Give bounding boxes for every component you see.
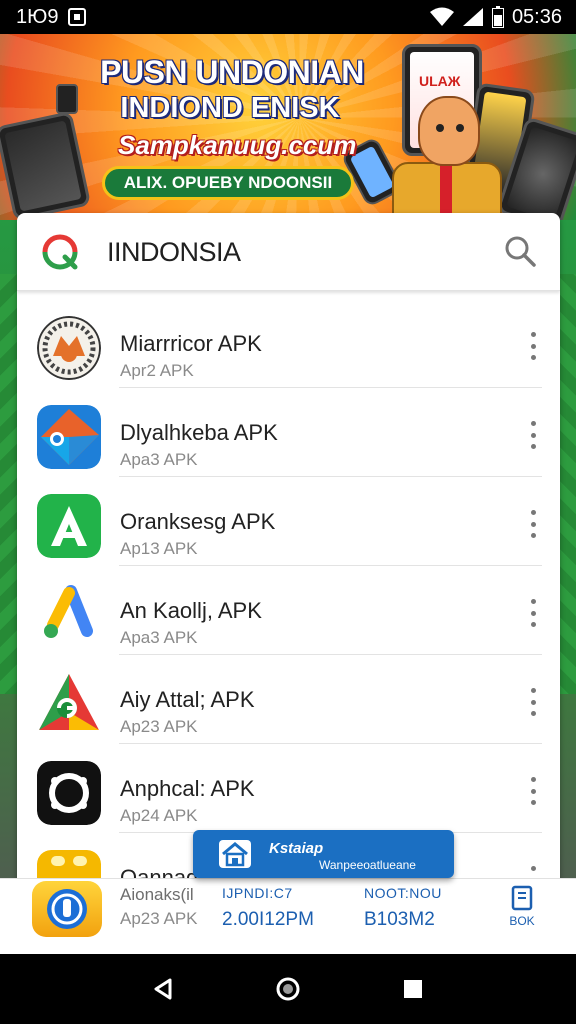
book-icon <box>511 885 533 911</box>
multicolor-g-app-icon <box>37 672 101 736</box>
search-icon[interactable] <box>502 233 538 269</box>
banner-title: PUSN UNDONIAN <box>100 54 364 90</box>
blue-diamond-app-icon <box>37 405 101 469</box>
yellow-app-icon <box>32 881 102 937</box>
app-name: Dlyalhkeba APK <box>120 420 278 445</box>
black-circle-app-icon <box>37 761 101 825</box>
mascot-eye-left <box>436 124 444 132</box>
book-button[interactable]: BOK <box>500 885 544 928</box>
notification-icon <box>68 8 87 26</box>
list-item[interactable]: An Kaollj, APK Apa3 APK <box>17 566 560 655</box>
app-name: Aiy Attal; APK <box>120 687 255 712</box>
list-item[interactable]: Aiy Attal; APK Ap23 APK <box>17 655 560 744</box>
app-version: Ap23 APK <box>120 717 198 736</box>
status-time: 05:36 <box>511 5 562 28</box>
more-options-icon[interactable] <box>526 332 540 360</box>
banner-ribbon[interactable]: ALIX. OPUEBY NDOONSII <box>102 166 354 200</box>
book-label: BOK <box>509 914 535 928</box>
app-name: An Kaollj, APK <box>120 598 262 623</box>
app-name: Oranksesg APK <box>120 509 276 534</box>
banner-subtitle: INDIOND ENISK <box>120 92 340 124</box>
more-options-icon[interactable] <box>526 599 540 627</box>
more-options-icon[interactable] <box>526 510 540 538</box>
banner-url: Sampkanuug.ccum <box>118 130 357 160</box>
signal-icon <box>462 7 484 27</box>
home-circle-icon[interactable] <box>268 969 308 1009</box>
status-left-text: 1Ю9 <box>16 5 59 28</box>
bottom-date-value: 2.00I12PM <box>222 909 314 930</box>
app-version: Ap24 APK <box>120 806 198 825</box>
toast-title: Kstaiap <box>269 840 324 857</box>
more-options-icon[interactable] <box>526 688 540 716</box>
battery-icon <box>491 6 504 28</box>
bottom-size-key: NOOT:NOU <box>364 885 442 901</box>
toast-text: Wanpeeoatlueane <box>319 858 416 872</box>
navigation-bar <box>0 954 576 1024</box>
bottom-size-column: NOOT:NOU B103M2 <box>364 885 442 931</box>
house-icon <box>219 840 251 868</box>
banner-phone-label: ULAЖ <box>419 73 461 89</box>
status-right: 05:36 <box>429 5 562 29</box>
bottom-app-version: Ap23 APK <box>120 909 198 928</box>
more-options-icon[interactable] <box>526 777 540 805</box>
app-version: Apa3 APK <box>120 450 198 469</box>
green-a-app-icon <box>37 494 101 558</box>
bottom-info-panel[interactable]: Aionaks(il Ap23 APK IJPNDI:C7 2.00I12PM … <box>0 878 576 954</box>
list-item[interactable]: Oranksesg APK Ap13 APK <box>17 477 560 566</box>
status-bar: 1Ю9 05:36 <box>0 0 576 34</box>
q-logo-icon <box>41 233 79 271</box>
bottom-date-key: IJPNDI:C7 <box>222 885 293 901</box>
list-item[interactable]: Anphcal: APK Ap24 APK <box>17 744 560 833</box>
mascot-eye-right <box>456 124 464 132</box>
search-title: IINDONSIA <box>107 237 241 267</box>
promo-banner[interactable]: ULAЖ PUSN UNDONIAN INDIOND ENISK Sampkan… <box>0 34 576 220</box>
google-ads-icon <box>37 583 101 647</box>
install-toast[interactable]: Kstaiap Wanpeeoatlueane <box>193 830 454 878</box>
back-triangle-icon[interactable] <box>143 969 183 1009</box>
recents-square-icon[interactable] <box>393 969 433 1009</box>
banner-phone-small <box>56 84 78 114</box>
app-version: Apa3 APK <box>120 628 198 647</box>
wifi-icon <box>429 7 454 27</box>
status-left: 1Ю9 <box>16 5 87 29</box>
app-version: Apr2 APK <box>120 361 194 380</box>
list-item[interactable]: Mіarrricor APK Apr2 APK <box>17 299 560 388</box>
app-list-card: IINDONSIA Mіarrricor APK Apr2 APK Dlyalh… <box>17 213 560 913</box>
bottom-app-name: Aionaks(il <box>120 885 194 904</box>
fox-emblem-icon <box>37 316 101 380</box>
more-options-icon[interactable] <box>526 421 540 449</box>
app-name: Anphcal: APK <box>120 776 255 801</box>
app-name: Mіarrricor APK <box>120 331 262 356</box>
banner-mascot-head <box>418 96 480 166</box>
search-bar[interactable]: IINDONSIA <box>17 213 560 291</box>
app-version: Ap13 APK <box>120 539 198 558</box>
bottom-size-value: B103M2 <box>364 909 435 930</box>
banner-mascot-tie <box>440 164 452 214</box>
bottom-date-column: IJPNDI:C7 2.00I12PM <box>222 885 314 931</box>
list-item[interactable]: Dlyalhkeba APK Apa3 APK <box>17 388 560 477</box>
